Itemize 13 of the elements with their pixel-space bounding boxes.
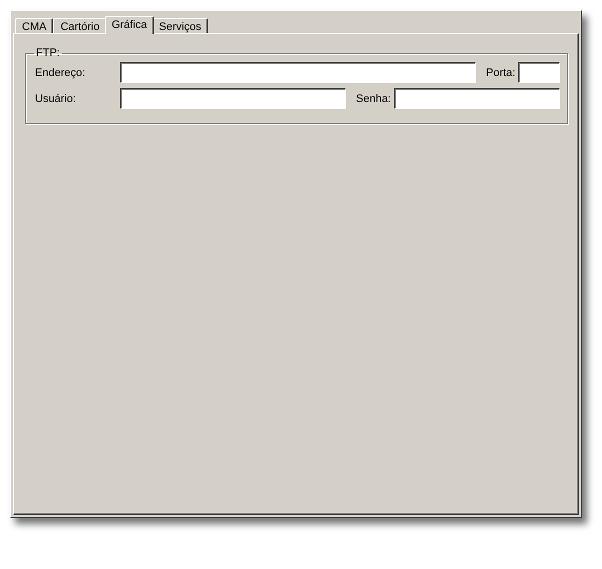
field-label: Senha: [356,92,391,104]
field-label: Porta: [486,66,516,78]
input-field[interactable] [120,88,346,109]
field-label: Endereço: [35,66,86,78]
field-label: Usuário: [35,92,77,104]
tab[interactable]: Cartório [53,18,107,33]
tab[interactable]: Serviços [152,18,208,33]
input-field[interactable] [394,88,560,109]
tab[interactable]: Gráfica [104,16,154,34]
input-field[interactable] [120,62,476,83]
input-field[interactable] [518,62,560,83]
tab[interactable]: CMA [15,18,54,33]
group-title: FTP: [35,47,61,59]
